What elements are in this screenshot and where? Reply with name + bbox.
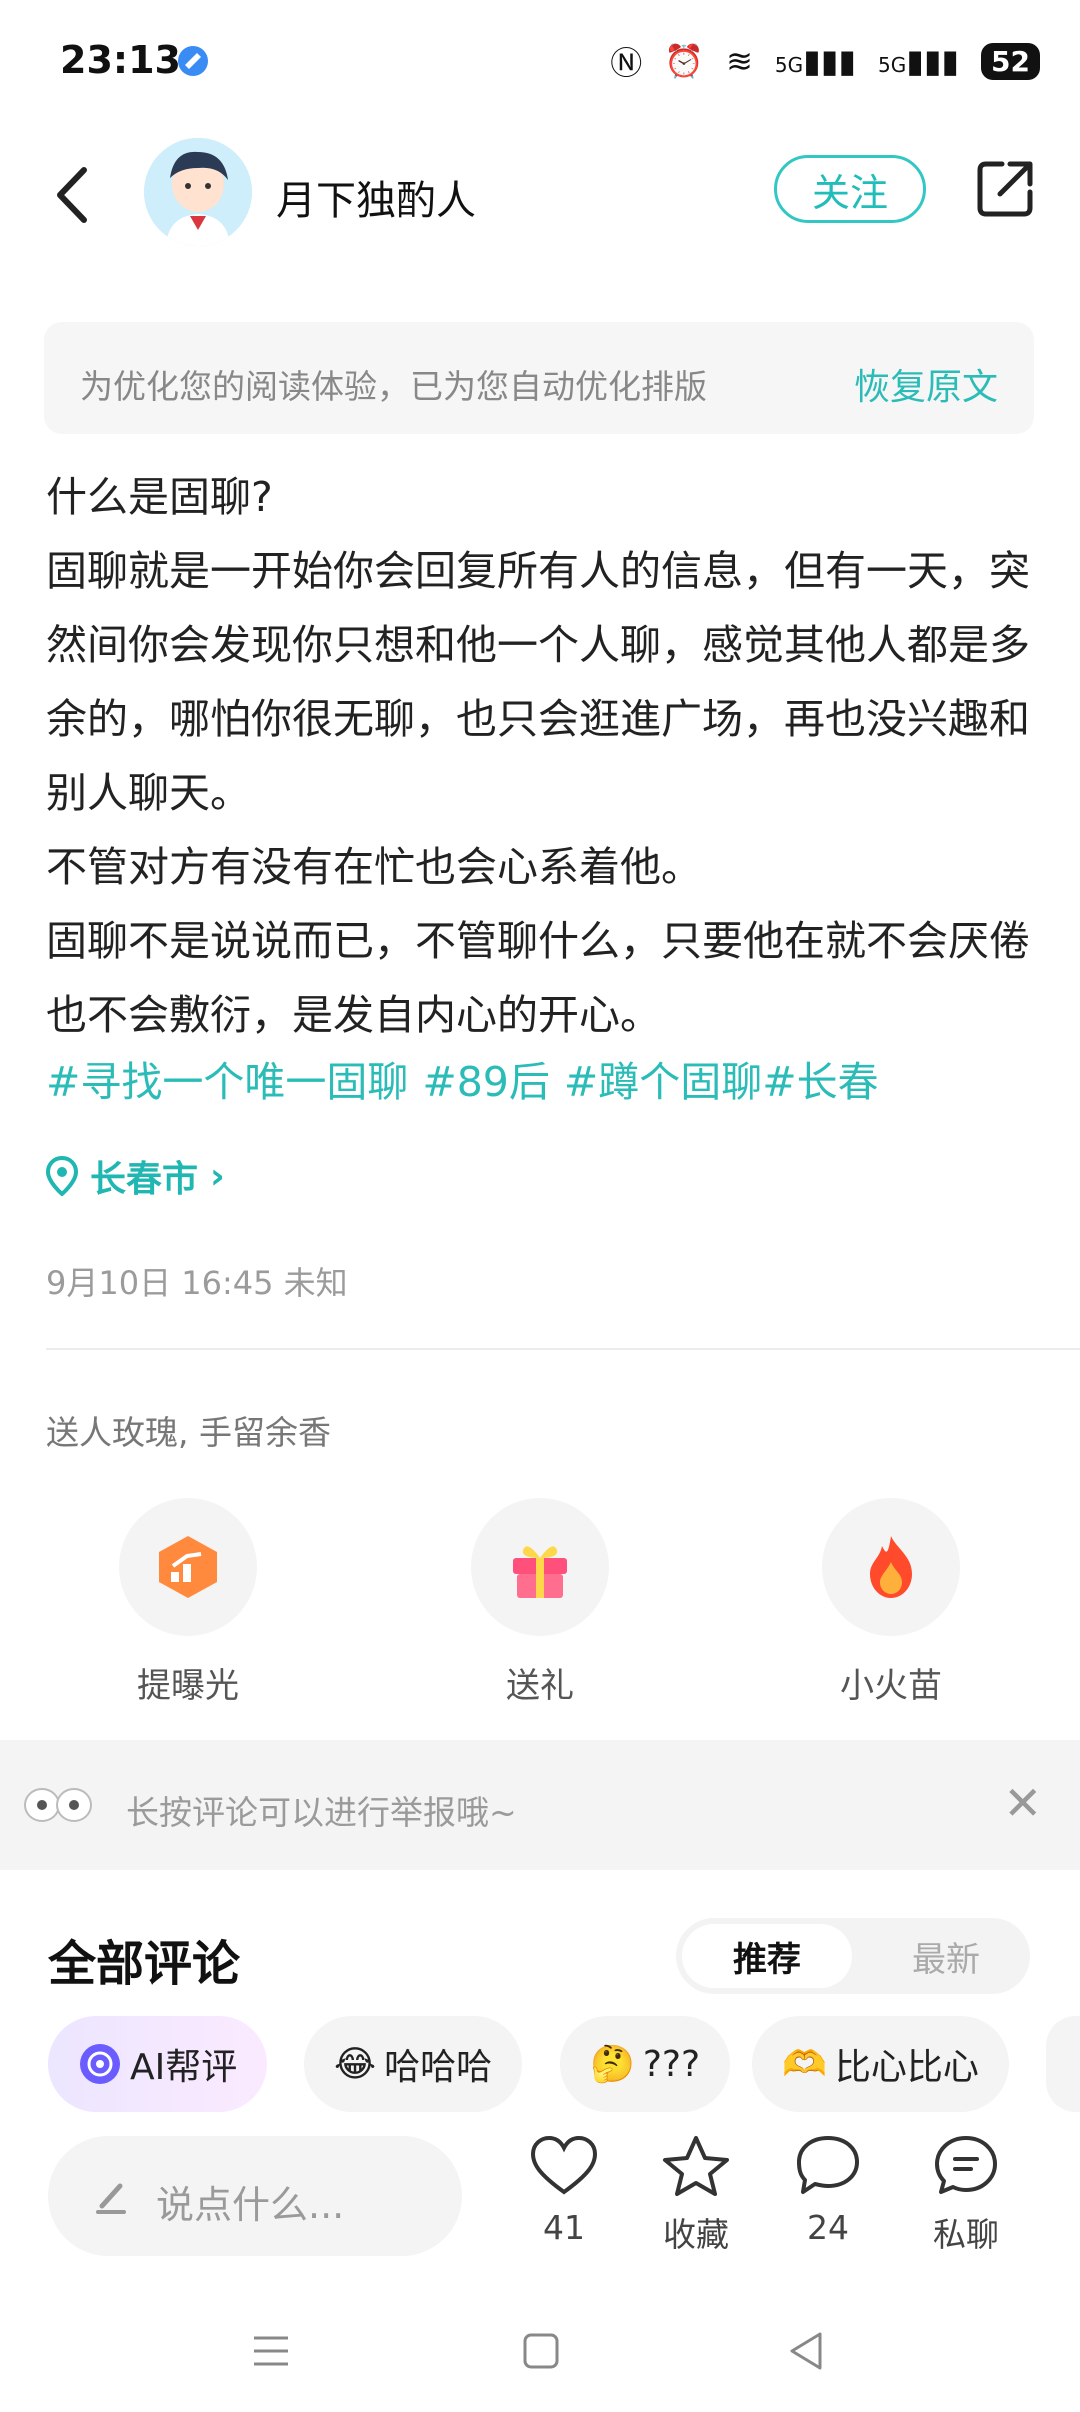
boost-icon	[159, 1536, 217, 1598]
home-nav-icon[interactable]	[516, 2326, 566, 2376]
gift-flame-button[interactable]: 小火苗	[791, 1498, 991, 1707]
report-tip-bar: 长按评论可以进行举报哦~ ✕	[0, 1740, 1080, 1870]
comment-sort-toggle: 推荐 最新	[676, 1918, 1030, 1994]
post-datetime: 9月10日 16:45 未知	[46, 1264, 348, 1302]
comments-title: 全部评论	[48, 1936, 241, 1992]
hashtag-link[interactable]: #蹲个固聊#长春	[564, 1048, 879, 1108]
sort-latest-tab[interactable]: 最新	[876, 1924, 1016, 1988]
comment-bubble-icon	[797, 2136, 859, 2194]
star-icon	[663, 2136, 729, 2196]
app-notification-icon	[178, 46, 208, 76]
back-nav-icon[interactable]	[780, 2326, 830, 2376]
private-message-label: 私聊	[933, 2215, 999, 2254]
hashtag-link[interactable]: #89后	[422, 1048, 550, 1108]
status-bar: 23:13 Ⓝ ⏰ ≋ 5G▮▮▮ 5G▮▮▮ 52	[0, 0, 1080, 120]
gift-icon	[513, 1546, 567, 1598]
post-paragraph: 固聊不是说说而已，不管聊什么，只要他在就不会厌倦也不会敷衍，是发自内心的开心。	[46, 917, 1030, 1039]
back-button[interactable]	[48, 160, 98, 230]
report-tip-text: 长按评论可以进行举报哦~	[126, 1793, 517, 1832]
quick-reply-chip[interactable]: 🤔 ???	[560, 2016, 731, 2112]
gift-label: 小火苗	[840, 1666, 942, 1706]
heart-icon	[530, 2135, 598, 2195]
nfc-icon: Ⓝ	[610, 44, 643, 82]
username[interactable]: 月下独酌人	[276, 168, 476, 226]
alarm-icon: ⏰	[664, 42, 705, 80]
ai-comment-chip[interactable]: AI帮评	[48, 2016, 268, 2112]
signal-1-icon: 5G▮▮▮	[774, 42, 856, 80]
quick-reply-chip[interactable]: 🫶 比心比心	[752, 2016, 1009, 2112]
sort-recommended-tab[interactable]: 推荐	[682, 1924, 852, 1988]
chip-label: ???	[642, 2043, 701, 2085]
menu-nav-icon[interactable]	[246, 2326, 296, 2376]
restore-original-button[interactable]: 恢复原文	[854, 358, 998, 410]
private-message-button[interactable]: 私聊	[906, 2134, 1026, 2256]
location-link[interactable]: 长春市 ›	[46, 1150, 225, 1202]
notice-text: 为优化您的阅读体验，已为您自动优化排版	[80, 367, 707, 406]
gift-boost-button[interactable]: 提曝光	[88, 1498, 288, 1707]
follow-button[interactable]: 关注	[774, 155, 926, 223]
ai-icon	[80, 2044, 120, 2084]
thinking-emoji-icon: 🤔	[590, 2044, 635, 2085]
gift-label: 提曝光	[137, 1666, 239, 1706]
quick-reply-chip[interactable]	[1046, 2016, 1080, 2112]
battery-icon: 52	[981, 42, 1040, 80]
post-paragraph: 不管对方有没有在忙也会心系着他。	[46, 843, 702, 891]
post-paragraph: 固聊就是一开始你会回复所有人的信息，但有一天，突然间你会发现你只想和他一个人聊，…	[46, 547, 1030, 817]
divider	[46, 1348, 1080, 1350]
location-label: 长春市	[90, 1159, 199, 1200]
chevron-right-icon: ›	[210, 1155, 225, 1197]
post-paragraph: 什么是固聊?	[46, 473, 273, 521]
status-time: 23:13	[60, 38, 181, 82]
avatar[interactable]	[144, 138, 252, 246]
comment-button[interactable]: 24	[768, 2134, 888, 2247]
chip-label: AI帮评	[130, 2047, 238, 2088]
gift-section-title: 送人玫瑰, 手留余香	[46, 1413, 331, 1452]
chip-label: 比心比心	[834, 2047, 979, 2088]
location-pin-icon	[46, 1156, 78, 1196]
hashtags: #寻找一个唯一固聊 #89后 #蹲个固聊#长春	[46, 1048, 879, 1108]
laughing-emoji-icon: 😂	[334, 2043, 377, 2085]
eyes-icon	[24, 1788, 92, 1822]
signal-2-icon: 5G▮▮▮	[877, 42, 960, 80]
post-header: 月下独酌人 关注	[0, 130, 1080, 260]
pencil-icon	[96, 2183, 126, 2214]
flame-icon	[870, 1536, 912, 1598]
gift-label: 送礼	[506, 1666, 574, 1706]
gift-send-button[interactable]: 送礼	[440, 1498, 640, 1707]
layout-notice: 为优化您的阅读体验，已为您自动优化排版 恢复原文	[44, 322, 1034, 434]
post-body: 什么是固聊? 固聊就是一开始你会回复所有人的信息，但有一天，突然间你会发现你只想…	[46, 460, 1046, 1052]
favorite-label: 收藏	[663, 2215, 729, 2254]
hashtag-link[interactable]: #寻找一个唯一固聊	[46, 1048, 408, 1108]
comment-input-placeholder: 说点什么...	[156, 2183, 345, 2227]
favorite-button[interactable]: 收藏	[636, 2134, 756, 2256]
share-icon[interactable]	[974, 158, 1036, 220]
comment-input[interactable]: 说点什么...	[48, 2136, 462, 2256]
close-icon[interactable]: ✕	[1003, 1776, 1042, 1830]
status-icons: Ⓝ ⏰ ≋ 5G▮▮▮ 5G▮▮▮ 52	[610, 38, 1040, 84]
like-count: 41	[543, 2208, 585, 2247]
comment-count: 24	[807, 2208, 849, 2247]
chip-label: 哈哈哈	[384, 2047, 493, 2088]
wifi-icon: ≋	[726, 42, 753, 80]
like-button[interactable]: 41	[504, 2134, 624, 2247]
heart-hands-emoji-icon: 🫶	[782, 2044, 827, 2085]
avatar-image	[144, 138, 252, 246]
message-icon	[935, 2136, 997, 2194]
quick-reply-chip[interactable]: 😂 哈哈哈	[304, 2016, 523, 2112]
